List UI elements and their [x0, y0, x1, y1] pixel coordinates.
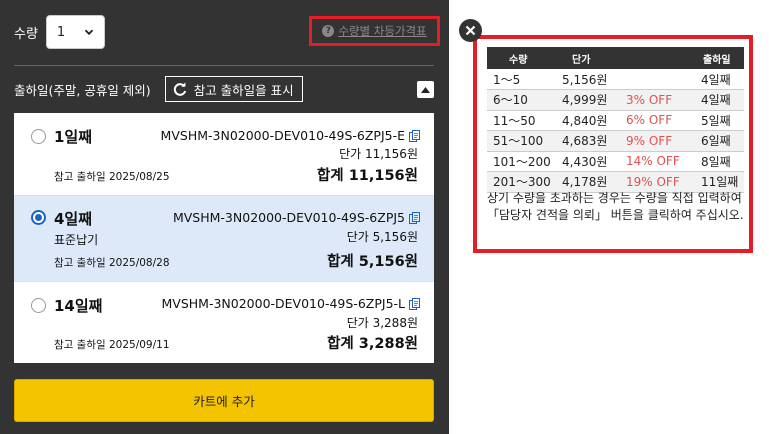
cell-discount: 9% OFF [624, 130, 699, 152]
cell-ship-day: 8일째 [699, 151, 744, 172]
table-row: 101～200 4,430원 14% OFF 8일째 [487, 151, 744, 172]
divider [14, 65, 434, 66]
chevron-down-icon [84, 29, 94, 36]
cell-quantity: 101～200 [487, 151, 562, 172]
show-reference-date-label: 참고 출하일을 표시 [193, 82, 294, 98]
cell-unit-price: 4,430원 [562, 151, 624, 172]
table-row: 1～5 5,156원 4일째 [487, 69, 744, 90]
cell-discount: 14% OFF [624, 151, 699, 172]
option-standard-label: 표준납기 [54, 233, 99, 247]
option-day: 1일째 [54, 128, 93, 146]
option-sku-text: MVSHM-3N02000-DEV010-49S-6ZPJ5-L [161, 296, 405, 311]
option-sku: MVSHM-3N02000-DEV010-49S-6ZPJ5 [173, 210, 420, 225]
cell-quantity: 11～50 [487, 110, 562, 131]
shipping-row: 출하일(주말, 공휴일 제외) 참고 출하일을 표시 [14, 76, 434, 102]
cell-discount: 19% OFF [624, 171, 699, 193]
cell-unit-price: 4,840원 [562, 110, 624, 131]
quantity-label: 수량 [14, 26, 38, 42]
shipping-option-1day[interactable]: 1일째 MVSHM-3N02000-DEV010-49S-6ZPJ5-E 단가 … [14, 113, 434, 196]
option-sku: MVSHM-3N02000-DEV010-49S-6ZPJ5-L [161, 296, 420, 311]
option-unit-price: 단가 3,288원 [346, 316, 418, 330]
option-sku: MVSHM-3N02000-DEV010-49S-6ZPJ5-E [161, 128, 420, 143]
collapse-button[interactable] [417, 81, 434, 98]
cell-discount [624, 69, 699, 90]
add-to-cart-button[interactable]: 카트에 추가 [14, 379, 434, 422]
option-unit-price: 단가 5,156원 [346, 230, 418, 244]
option-total: 합계 3,288원 [327, 336, 418, 352]
table-header-row: 수량 단가 출하일 [487, 47, 744, 69]
cell-quantity: 201～300 [487, 171, 562, 193]
price-table: 수량 단가 출하일 1～5 5,156원 4일째 6～10 4,999원 3% … [487, 47, 744, 193]
cell-ship-day: 4일째 [699, 69, 744, 90]
cell-ship-day: 6일째 [699, 130, 744, 152]
copy-icon[interactable] [409, 211, 420, 224]
price-table-link-highlight: ? 수량별 차등가격표 [309, 16, 440, 46]
caret-up-icon [421, 86, 430, 93]
shipping-option-4day[interactable]: 4일째 표준납기 MVSHM-3N02000-DEV010-49S-6ZPJ5 … [14, 196, 434, 282]
price-table-popover: 수량 단가 출하일 1～5 5,156원 4일째 6～10 4,999원 3% … [473, 35, 753, 253]
cell-ship-day: 11일째 [699, 171, 744, 193]
option-sku-text: MVSHM-3N02000-DEV010-49S-6ZPJ5-E [160, 128, 405, 143]
option-total: 합계 11,156원 [316, 168, 418, 184]
refresh-icon [173, 82, 186, 96]
radio-button-selected[interactable] [31, 210, 46, 225]
column-header-quantity: 수량 [487, 47, 562, 69]
cell-unit-price: 4,683원 [562, 130, 624, 152]
cell-unit-price: 5,156원 [562, 69, 624, 90]
quantity-value: 1 [56, 24, 66, 40]
option-sku-text: MVSHM-3N02000-DEV010-49S-6ZPJ5 [172, 210, 405, 225]
help-icon: ? [322, 25, 335, 37]
price-table-link[interactable]: 수량별 차등가격표 [338, 23, 426, 39]
cell-quantity: 6～10 [487, 89, 562, 111]
close-popover-button[interactable] [459, 19, 482, 42]
table-row: 11～50 4,840원 6% OFF 5일째 [487, 110, 744, 131]
table-row: 6～10 4,999원 3% OFF 4일째 [487, 89, 744, 111]
radio-button[interactable] [31, 298, 46, 313]
option-reference-date: 참고 출하일 2025/08/28 [54, 257, 170, 269]
shipping-options-list: 1일째 MVSHM-3N02000-DEV010-49S-6ZPJ5-E 단가 … [14, 113, 434, 363]
price-table-note: 상기 수량을 초과하는 경우는 수량을 직접 입력하여 「담당자 견적을 의뢰」… [487, 191, 744, 222]
option-total: 합계 5,156원 [327, 254, 418, 270]
cell-discount: 3% OFF [624, 89, 699, 111]
radio-button[interactable] [31, 129, 46, 144]
column-header-ship-day: 출하일 [699, 47, 744, 69]
cell-quantity: 1～5 [487, 69, 562, 90]
cell-discount: 6% OFF [624, 110, 699, 131]
cell-unit-price: 4,999원 [562, 89, 624, 111]
copy-icon[interactable] [409, 129, 420, 142]
cell-quantity: 51～100 [487, 130, 562, 152]
shipping-option-14day[interactable]: 14일째 MVSHM-3N02000-DEV010-49S-6ZPJ5-L 단가… [14, 282, 434, 363]
option-unit-price: 단가 11,156원 [339, 147, 418, 161]
quantity-row: 수량 1 [14, 15, 105, 49]
quantity-select[interactable]: 1 [45, 15, 105, 49]
column-header-discount [624, 47, 699, 69]
cell-ship-day: 5일째 [699, 110, 744, 131]
show-reference-date-button[interactable]: 참고 출하일을 표시 [164, 76, 303, 102]
copy-icon[interactable] [409, 297, 420, 310]
column-header-unit-price: 단가 [562, 47, 624, 69]
table-row: 201～300 4,178원 19% OFF 11일째 [487, 171, 744, 193]
option-day: 4일째 [54, 210, 93, 228]
close-icon [465, 25, 476, 36]
option-day: 14일째 [54, 297, 103, 315]
table-row: 51～100 4,683원 9% OFF 6일째 [487, 130, 744, 152]
option-reference-date: 참고 출하일 2025/08/25 [54, 171, 170, 183]
cell-ship-day: 4일째 [699, 89, 744, 111]
shipping-label: 출하일(주말, 공휴일 제외) [14, 82, 151, 98]
option-reference-date: 참고 출하일 2025/09/11 [54, 339, 170, 351]
order-panel: 수량 1 ? 수량별 차등가격표 출하일(주말, 공휴일 제외) 참고 출하일을… [0, 0, 449, 434]
cell-unit-price: 4,178원 [562, 171, 624, 193]
